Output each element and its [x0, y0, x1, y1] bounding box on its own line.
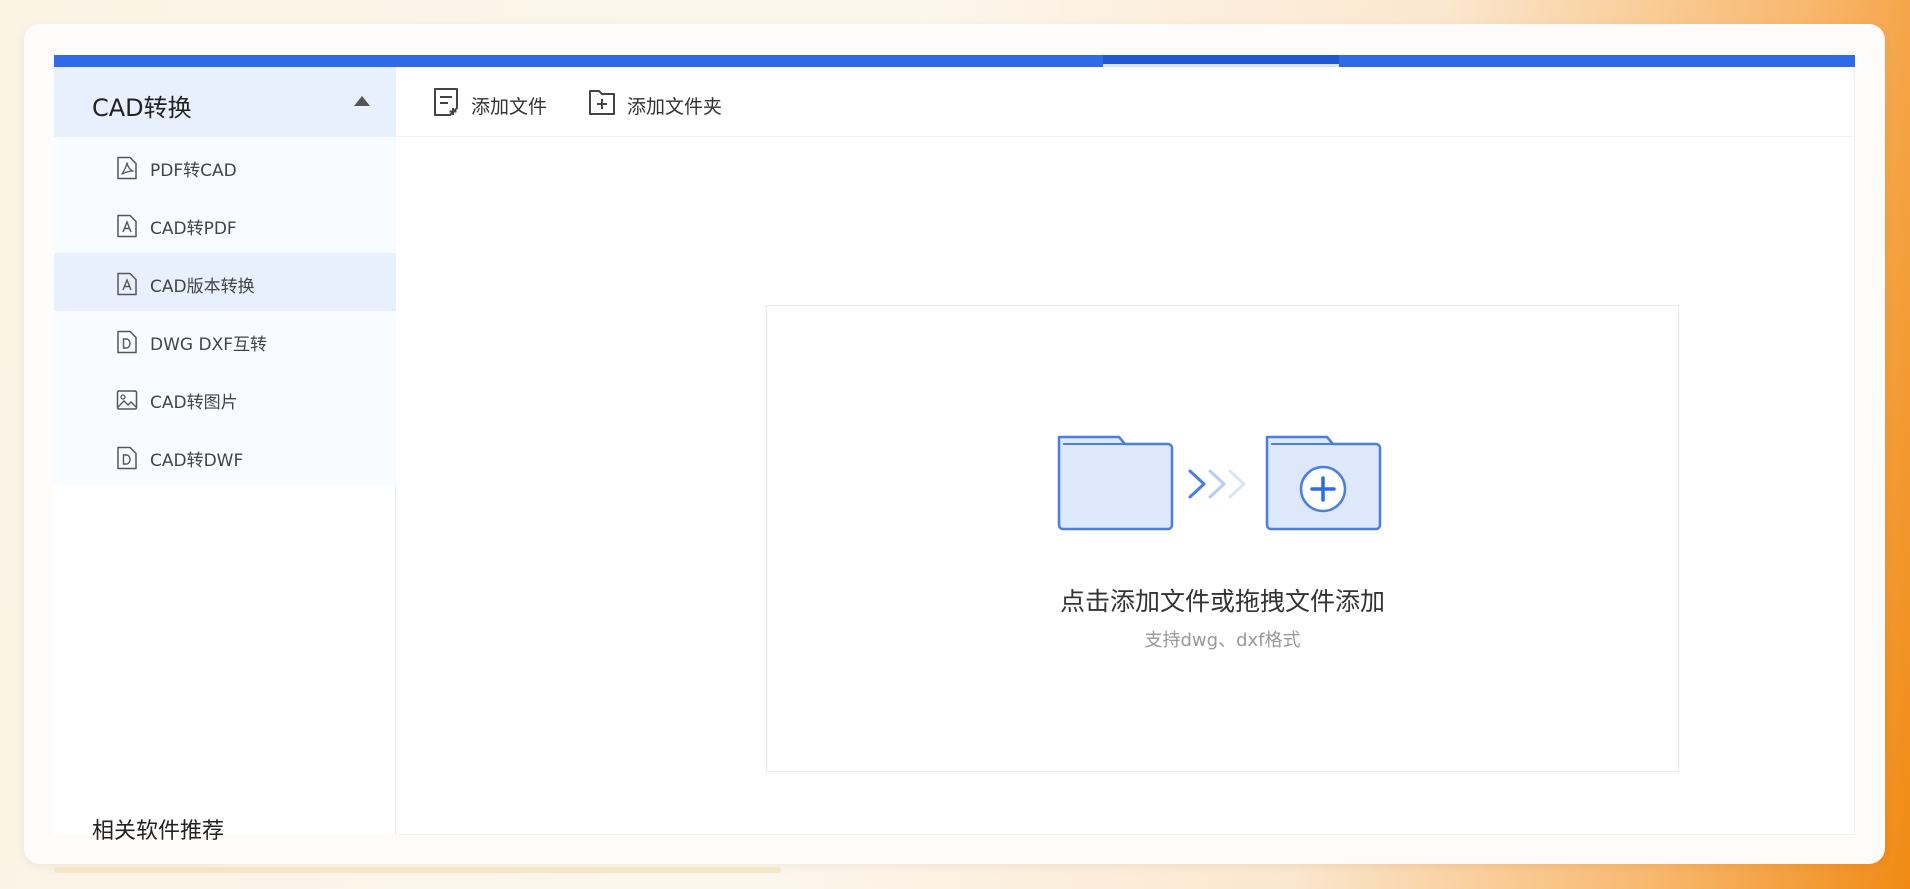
app-frame: CAD转换 PDF转CAD CAD转PDF CAD版本转换 DWG DXF互转 … [54, 55, 1855, 844]
sidebar-item-label: CAD转PDF [150, 219, 237, 239]
chevrons-right-icon [1188, 469, 1246, 499]
sidebar-item-cad-to-dwf[interactable]: CAD转DWF [54, 427, 396, 485]
sidebar-group-cad-convert[interactable]: CAD转换 [54, 67, 396, 137]
sidebar-item-cad-to-pdf[interactable]: CAD转PDF [54, 195, 396, 253]
d-file-icon [117, 446, 137, 470]
sidebar-item-cad-version-convert[interactable]: CAD版本转换 [54, 253, 396, 311]
caret-up-icon[interactable] [354, 96, 370, 106]
file-drop-zone[interactable]: 点击添加文件或拖拽文件添加 支持dwg、dxf格式 [766, 305, 1679, 772]
sidebar: CAD转换 PDF转CAD CAD转PDF CAD版本转换 DWG DXF互转 … [54, 67, 396, 844]
sidebar-item-label: DWG DXF互转 [150, 335, 267, 355]
sidebar-menu: PDF转CAD CAD转PDF CAD版本转换 DWG DXF互转 CAD转图片… [54, 137, 396, 485]
add-file-label: 添加文件 [471, 96, 548, 118]
drop-zone-title: 点击添加文件或拖拽文件添加 [1059, 587, 1385, 616]
add-folder-label: 添加文件夹 [627, 96, 723, 118]
pdf-file-icon [117, 156, 137, 180]
sidebar-item-pdf-to-cad[interactable]: PDF转CAD [54, 137, 396, 195]
a-file-icon [117, 272, 137, 296]
frame-bottom-border [396, 834, 1855, 835]
folder-add-icon [1265, 435, 1382, 531]
drop-zone-subtitle: 支持dwg、dxf格式 [1144, 630, 1301, 651]
sidebar-item-label: CAD转图片 [150, 393, 238, 413]
drop-illustration [1057, 435, 1382, 531]
sidebar-item-label: CAD版本转换 [150, 277, 255, 297]
frame-right-border [1854, 67, 1855, 835]
toolbar: 添加文件 添加文件夹 [396, 67, 1855, 137]
a-file-icon [117, 214, 137, 238]
sidebar-item-label: CAD转DWF [150, 451, 244, 471]
image-icon [116, 390, 138, 410]
app-window-card: CAD转换 PDF转CAD CAD转PDF CAD版本转换 DWG DXF互转 … [24, 24, 1885, 864]
folder-icon [1057, 435, 1174, 531]
top-bar-highlight-segment [1103, 55, 1339, 67]
sidebar-group-title: CAD转换 [92, 94, 192, 122]
d-file-icon [117, 330, 137, 354]
related-software-heading: 相关软件推荐 [92, 819, 225, 844]
horizontal-scrollbar[interactable] [54, 867, 781, 873]
sidebar-item-dwg-dxf-convert[interactable]: DWG DXF互转 [54, 311, 396, 369]
sidebar-item-cad-to-image[interactable]: CAD转图片 [54, 369, 396, 427]
add-file-icon [434, 88, 458, 116]
sidebar-item-label: PDF转CAD [150, 161, 237, 181]
add-folder-icon [589, 90, 615, 115]
top-accent-bar [54, 55, 1855, 67]
